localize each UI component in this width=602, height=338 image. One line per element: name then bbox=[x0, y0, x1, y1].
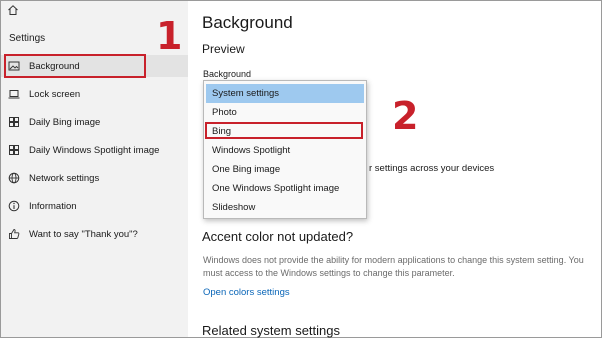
annotation-step-1: 1 bbox=[156, 14, 183, 58]
dropdown-option-system-settings[interactable]: System settings bbox=[206, 84, 364, 103]
sidebar-item-lock-screen[interactable]: Lock screen bbox=[1, 83, 188, 105]
sidebar-item-label: Want to say "Thank you"? bbox=[29, 228, 138, 240]
preview-heading: Preview bbox=[202, 42, 245, 56]
laptop-icon bbox=[8, 90, 20, 99]
globe-icon bbox=[8, 172, 20, 184]
dropdown-option-slideshow[interactable]: Slideshow bbox=[206, 198, 364, 217]
annotation-box-bing bbox=[205, 122, 363, 139]
accent-description: Windows does not provide the ability for… bbox=[203, 255, 584, 278]
like-icon bbox=[9, 229, 20, 239]
info-icon bbox=[8, 200, 20, 212]
background-dropdown-list[interactable]: System settings Photo Bing Windows Spotl… bbox=[203, 80, 367, 219]
dropdown-option-photo[interactable]: Photo bbox=[206, 103, 364, 122]
background-label: Background bbox=[203, 69, 252, 79]
dropdown-option-one-bing-image[interactable]: One Bing image bbox=[206, 160, 364, 179]
annotation-box-background bbox=[4, 54, 146, 78]
open-colors-settings-link[interactable]: Open colors settings bbox=[203, 287, 290, 298]
sidebar-title: Settings bbox=[9, 33, 46, 44]
sidebar-item-label: Lock screen bbox=[29, 88, 81, 100]
sidebar-item-label: Daily Windows Spotlight image bbox=[29, 144, 160, 156]
grid-icon bbox=[9, 145, 19, 155]
grid-icon bbox=[9, 117, 19, 127]
sidebar-item-information[interactable]: Information bbox=[1, 195, 188, 217]
related-settings-heading: Related system settings bbox=[202, 323, 341, 338]
sidebar-item-thank-you[interactable]: Want to say "Thank you"? bbox=[1, 223, 188, 245]
sidebar-item-label: Network settings bbox=[29, 172, 100, 184]
sidebar-item-daily-bing[interactable]: Daily Bing image bbox=[1, 111, 188, 133]
sidebar-item-label: Daily Bing image bbox=[29, 116, 101, 128]
accent-heading: Accent color not updated? bbox=[202, 229, 354, 244]
partially-hidden-text: r settings across your devices bbox=[369, 163, 495, 174]
sidebar-item-network[interactable]: Network settings bbox=[1, 167, 188, 189]
sidebar-item-daily-spotlight[interactable]: Daily Windows Spotlight image bbox=[1, 139, 188, 161]
dropdown-option-windows-spotlight[interactable]: Windows Spotlight bbox=[206, 141, 364, 160]
page-title: Background bbox=[202, 13, 293, 32]
home-icon[interactable] bbox=[7, 4, 19, 16]
dropdown-option-one-spotlight-image[interactable]: One Windows Spotlight image bbox=[206, 179, 364, 198]
annotation-step-2: 2 bbox=[392, 94, 419, 138]
sidebar-item-label: Information bbox=[29, 200, 77, 212]
